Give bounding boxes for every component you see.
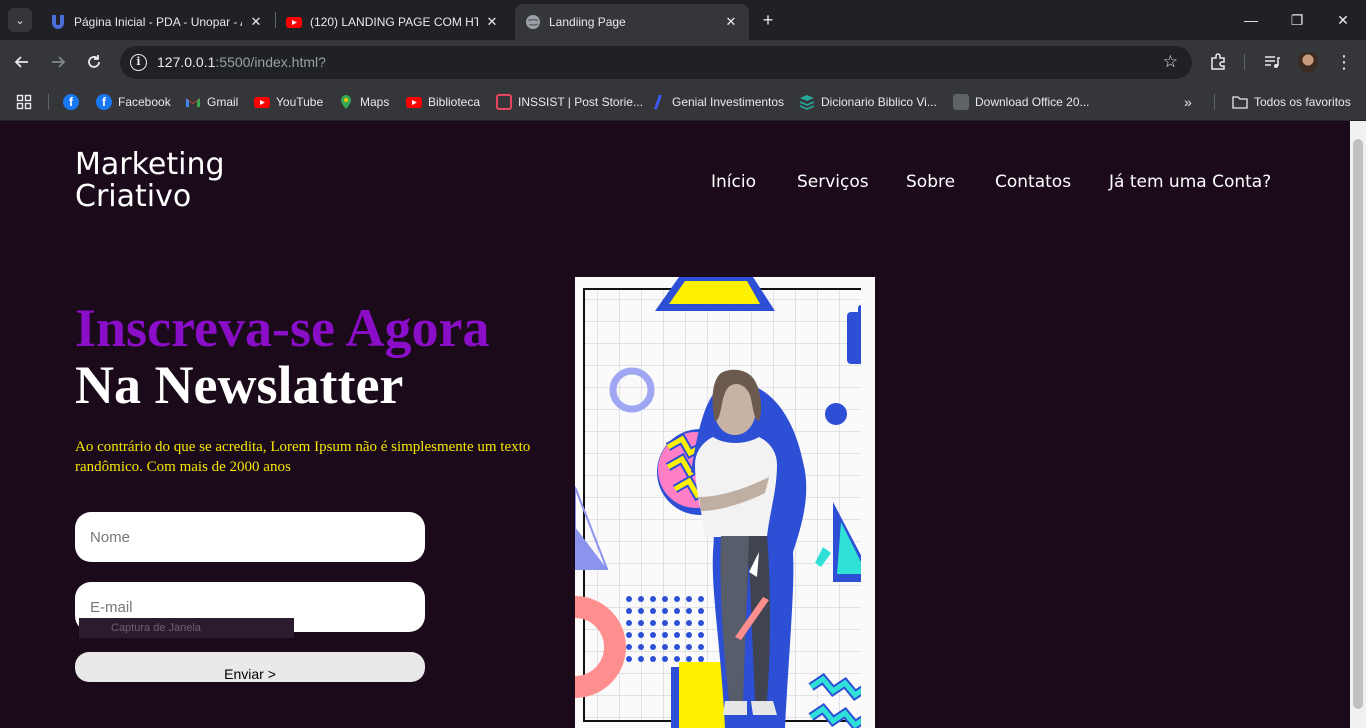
bookmark-maps[interactable]: Maps (338, 93, 389, 111)
close-icon[interactable]: ✕ (723, 14, 739, 30)
bookmark-facebook[interactable]: f Facebook (96, 93, 171, 111)
youtube-icon (254, 94, 270, 110)
name-input[interactable]: Nome (75, 512, 425, 562)
inssist-icon (496, 94, 512, 110)
kebab-menu-icon: ⋮ (1335, 51, 1353, 72)
bookmark-label: Facebook (118, 95, 171, 109)
media-control-button[interactable] (1258, 48, 1286, 76)
reload-button[interactable] (80, 48, 108, 76)
restore-button[interactable]: ❐ (1274, 0, 1320, 40)
bookmark-youtube[interactable]: YouTube (254, 93, 323, 111)
extensions-button[interactable] (1204, 48, 1232, 76)
arrow-right-icon (52, 56, 66, 68)
browser-toolbar: i 127.0.0.1:5500/index.html? ☆ ⋮ (0, 40, 1366, 84)
folder-icon (1232, 94, 1248, 110)
bookmarks-divider (1214, 94, 1215, 110)
bookmark-star-icon[interactable]: ☆ (1163, 52, 1178, 72)
scrollbar-thumb[interactable] (1353, 139, 1363, 709)
globe-icon (525, 14, 541, 30)
tab-pda[interactable]: Página Inicial - PDA - Unopar - A ✕ (40, 4, 274, 40)
url-path: :5500/index.html? (215, 54, 326, 70)
unopar-icon (50, 14, 66, 30)
nav-link-login[interactable]: Já tem uma Conta? (1109, 172, 1271, 192)
address-bar[interactable]: i 127.0.0.1:5500/index.html? ☆ (120, 46, 1192, 79)
email-placeholder: E-mail (90, 598, 133, 616)
bookmark-label: INSSIST | Post Storie... (518, 95, 643, 109)
window-close-button[interactable]: ✕ (1320, 0, 1366, 40)
bookmark-label: Genial Investimentos (672, 95, 785, 109)
headline-accent: Inscreva-se Agora (75, 298, 490, 358)
bookmarks-bar: f f Facebook Gmail YouTube Maps Bibliote… (0, 84, 1366, 121)
bookmark-biblioteca[interactable]: Biblioteca (406, 93, 480, 111)
tab-search-button[interactable]: ⌄ (8, 8, 32, 32)
nav-link-contatos[interactable]: Contatos (995, 172, 1071, 192)
monitor-icon (953, 94, 969, 110)
playlist-icon (1265, 56, 1280, 68)
site-logo[interactable]: Marketing Criativo (75, 149, 225, 213)
minimize-button[interactable]: — (1228, 0, 1274, 40)
back-button[interactable] (8, 48, 36, 76)
name-placeholder: Nome (90, 528, 131, 546)
landing-page: Marketing Criativo Início Serviços Sobre… (0, 121, 1350, 728)
logo-line-2: Criativo (75, 179, 192, 214)
apps-grid-icon (16, 94, 32, 110)
forward-button[interactable] (44, 48, 72, 76)
lead-paragraph: Ao contrário do que se acredita, Lorem I… (75, 439, 531, 475)
browser-menu-button[interactable]: ⋮ (1330, 48, 1358, 76)
bookmark-dicionario[interactable]: Dicionario Biblico Vi... (799, 93, 937, 111)
all-bookmarks-folder[interactable]: Todos os favoritos (1232, 93, 1351, 111)
submit-button[interactable]: Enviar > (75, 652, 425, 682)
new-tab-button[interactable]: + (757, 9, 779, 31)
bookmark-label: YouTube (276, 95, 324, 109)
tab-strip: ⌄ Página Inicial - PDA - Unopar - A ✕ (1… (0, 0, 1366, 40)
facebook-icon: f (96, 94, 112, 110)
bookmarks-divider (48, 94, 49, 110)
tab-title: Landiing Page (549, 15, 626, 29)
bookmark-gmail[interactable]: Gmail (185, 93, 238, 111)
autofill-hint: Captura de Janela (79, 618, 294, 638)
bookmark-genial[interactable]: Genial Investimentos (650, 93, 784, 111)
puzzle-icon (1211, 53, 1225, 70)
logo-line-1: Marketing (75, 147, 225, 182)
gmail-icon (185, 94, 201, 110)
url-text[interactable]: 127.0.0.1:5500/index.html? (157, 54, 326, 70)
arrow-left-icon (14, 56, 28, 68)
site-info-icon[interactable]: i (130, 54, 147, 71)
nav-link-sobre[interactable]: Sobre (906, 172, 955, 192)
chevron-double-right-icon: » (1184, 94, 1192, 110)
tab-youtube[interactable]: (120) LANDING PAGE COM HTML ✕ (276, 4, 510, 40)
profile-avatar[interactable] (1298, 52, 1318, 72)
bookmark-label: Gmail (207, 95, 239, 109)
page-scrollbar[interactable] (1350, 121, 1366, 728)
headline-main: Na Newslatter (75, 355, 404, 415)
bookmark-label: Maps (360, 95, 390, 109)
book-stack-icon (799, 94, 815, 110)
bookmark-label: Biblioteca (428, 95, 481, 109)
bookmark-inssist[interactable]: INSSIST | Post Storie... (496, 93, 643, 111)
more-bookmarks-button[interactable]: » (1184, 93, 1192, 111)
toolbar-divider (1244, 54, 1245, 70)
tab-title: (120) LANDING PAGE COM HTML (310, 15, 478, 29)
bookmark-label: Download Office 20... (975, 95, 1090, 109)
nav-link-servicos[interactable]: Serviços (797, 172, 869, 192)
nav-link-inicio[interactable]: Início (711, 172, 756, 192)
hero-illustration (575, 277, 875, 728)
bookmark-label: Dicionario Biblico Vi... (821, 95, 937, 109)
youtube-icon (286, 14, 302, 30)
url-host: 127.0.0.1 (157, 54, 216, 70)
tab-landing-page[interactable]: Landiing Page ✕ (515, 4, 749, 40)
reload-icon (88, 55, 100, 68)
genial-icon (650, 94, 666, 110)
map-pin-icon (338, 94, 354, 110)
bookmark-download-office[interactable]: Download Office 20... (953, 93, 1090, 111)
tab-title: Página Inicial - PDA - Unopar - A (74, 15, 242, 29)
bookmark-facebook-1[interactable]: f (63, 93, 85, 111)
chevron-down-icon: ⌄ (15, 14, 25, 27)
close-icon[interactable]: ✕ (484, 14, 500, 30)
bookmark-label: Todos os favoritos (1254, 95, 1351, 109)
facebook-icon: f (63, 94, 79, 110)
apps-button[interactable] (16, 93, 32, 111)
close-icon[interactable]: ✕ (248, 14, 264, 30)
youtube-icon (406, 94, 422, 110)
